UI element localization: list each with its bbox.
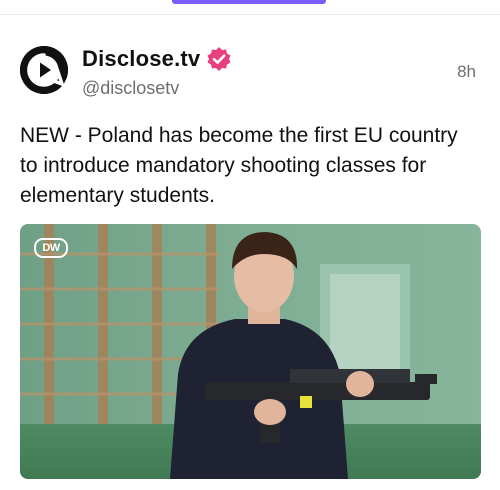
play-logo-icon	[20, 46, 68, 94]
video-frame	[20, 224, 481, 479]
post-timestamp[interactable]: 8h	[457, 62, 476, 82]
dw-watermark: DW	[34, 238, 68, 258]
author-name-row[interactable]: Disclose.tv	[82, 46, 232, 72]
display-name[interactable]: Disclose.tv	[82, 46, 200, 72]
active-tab-indicator	[172, 0, 326, 4]
avatar[interactable]	[20, 46, 68, 94]
post-text: NEW - Poland has become the first EU cou…	[20, 124, 458, 207]
post-video[interactable]: DW	[20, 224, 481, 479]
author-handle[interactable]: @disclosetv	[82, 78, 179, 99]
verified-badge-icon	[206, 46, 232, 72]
header-divider	[0, 14, 500, 15]
